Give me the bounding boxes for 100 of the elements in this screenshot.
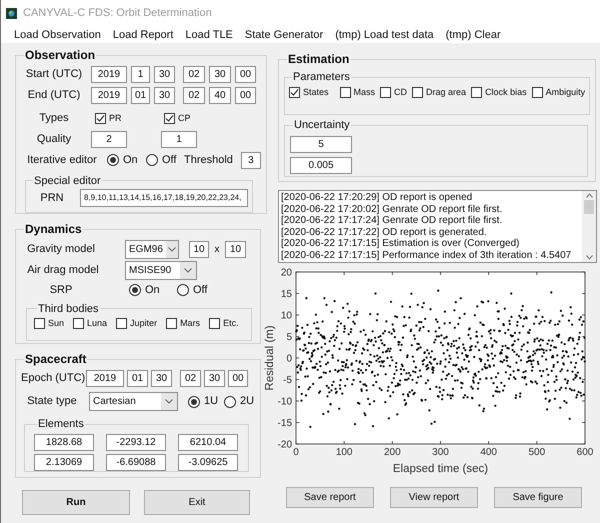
menu-item[interactable]: Load TLE: [185, 26, 233, 44]
button[interactable]: Save figure: [494, 487, 582, 508]
text-field[interactable]: 1828.68: [34, 434, 94, 450]
text-field[interactable]: 00: [235, 87, 256, 104]
checkbox-label[interactable]: Mass: [354, 86, 376, 99]
checkbox-label[interactable]: PR: [109, 112, 122, 125]
checkbox[interactable]: [340, 86, 351, 98]
text-field[interactable]: 1: [131, 66, 150, 83]
checkbox-label[interactable]: CD: [394, 86, 408, 99]
button[interactable]: Save report: [286, 487, 374, 508]
text-field[interactable]: 2019: [91, 66, 127, 83]
field-label: Iterative editor: [26, 152, 98, 168]
radio-button[interactable]: [188, 396, 200, 408]
text-field[interactable]: 30: [204, 370, 225, 387]
checkbox[interactable]: [166, 318, 178, 330]
checkbox[interactable]: [532, 86, 543, 98]
checkbox[interactable]: [95, 112, 106, 124]
text-field[interactable]: 00: [228, 370, 248, 387]
menu-item[interactable]: Load Observation: [14, 26, 101, 44]
radio-label[interactable]: 1U: [204, 393, 218, 410]
checkbox-label[interactable]: Clock bias: [485, 86, 527, 99]
checkbox-label[interactable]: States: [303, 86, 329, 99]
radio-label[interactable]: On: [145, 282, 160, 298]
checkbox[interactable]: [471, 86, 482, 98]
text-field[interactable]: 30: [151, 370, 172, 387]
checkbox[interactable]: [380, 86, 392, 98]
radio-button[interactable]: [146, 154, 158, 166]
text-field[interactable]: 1: [161, 130, 197, 148]
checkbox-label[interactable]: Mars: [180, 317, 200, 330]
dropdown[interactable]: EGM96: [125, 240, 179, 259]
button[interactable]: Run: [22, 490, 130, 515]
group-title: Uncertainty: [293, 118, 351, 133]
text-field[interactable]: -3.09625: [178, 454, 238, 470]
dropdown[interactable]: Cartesian: [89, 392, 178, 411]
radio-button[interactable]: [177, 284, 189, 296]
group-title: Observation: [24, 47, 96, 64]
text-field[interactable]: 02: [183, 66, 205, 83]
scroll-up-icon[interactable]: [586, 193, 592, 198]
checkbox[interactable]: [289, 86, 300, 98]
text-field[interactable]: 0.005: [290, 156, 352, 174]
text-field[interactable]: 01: [127, 370, 148, 387]
text-field[interactable]: 02: [180, 370, 201, 387]
checkbox[interactable]: [34, 318, 45, 330]
checkbox[interactable]: [209, 318, 220, 330]
checkbox-label[interactable]: Ambiguity: [546, 86, 586, 99]
log-line: [2020-06-22 17:20:02] Genrate OD report file first.: [281, 204, 504, 215]
text-field[interactable]: 3: [240, 152, 261, 168]
menu-item[interactable]: (tmp) Load test data: [335, 26, 434, 44]
field-label: Start (UTC): [24, 67, 84, 82]
text-field[interactable]: 2: [91, 130, 127, 148]
radio-button[interactable]: [224, 396, 236, 408]
radio-label[interactable]: Off: [193, 282, 208, 298]
text-field[interactable]: 02: [183, 87, 205, 104]
checkbox-label[interactable]: Jupiter: [130, 317, 158, 330]
checkbox[interactable]: [164, 112, 175, 124]
radio-button[interactable]: [129, 284, 141, 296]
checkbox-label[interactable]: Luna: [87, 317, 108, 330]
scrollbar[interactable]: [582, 191, 596, 262]
checkbox[interactable]: [73, 318, 84, 330]
checkbox-label[interactable]: Sun: [48, 317, 64, 330]
group-title: Special editor: [33, 174, 102, 188]
checkbox[interactable]: [412, 86, 424, 98]
text-field[interactable]: 2.13069: [34, 454, 94, 470]
checkbox-label[interactable]: Drag area: [426, 86, 466, 99]
text-field[interactable]: 30: [209, 66, 231, 83]
text-field[interactable]: 30: [154, 87, 175, 104]
text-field[interactable]: 30: [154, 66, 175, 83]
text-field[interactable]: 5: [290, 136, 352, 152]
button[interactable]: View report: [390, 487, 478, 508]
checkbox-label[interactable]: Etc.: [223, 317, 239, 330]
scrollbar-thumb[interactable]: [584, 200, 594, 214]
menu-item[interactable]: (tmp) Clear: [446, 26, 501, 44]
checkmark-icon: [96, 114, 105, 123]
text-field[interactable]: 2019: [86, 370, 124, 387]
menu-item[interactable]: State Generator: [244, 26, 324, 44]
checkbox-label[interactable]: CP: [178, 112, 191, 125]
text-field[interactable]: 6210.04: [178, 434, 238, 450]
group-title: Third bodies: [37, 302, 100, 316]
menu-item[interactable]: Load Report: [112, 26, 174, 44]
field-label: State type: [26, 394, 78, 410]
radio-label[interactable]: On: [123, 152, 138, 168]
field-label: Quality: [36, 132, 72, 147]
radio-button[interactable]: [107, 154, 119, 166]
radio-label[interactable]: 2U: [240, 393, 254, 410]
group-title: Estimation: [287, 51, 350, 68]
radio-label[interactable]: Off: [162, 152, 176, 168]
button[interactable]: Exit: [144, 490, 250, 515]
text-field[interactable]: 10: [225, 241, 246, 258]
text-field[interactable]: 00: [235, 66, 256, 83]
text-field[interactable]: 2019: [91, 87, 127, 104]
text-field[interactable]: 8,9,10,11,13,14,15,16,17,18,19,20,22,23,24,: [80, 189, 248, 207]
checkbox[interactable]: [116, 318, 128, 330]
text-field[interactable]: 40: [209, 87, 231, 104]
text-field[interactable]: 10: [189, 241, 209, 258]
text-field[interactable]: -2293.12: [106, 434, 166, 450]
text-field[interactable]: 01: [131, 87, 150, 104]
text-field[interactable]: -6.69088: [106, 454, 166, 470]
dropdown[interactable]: MSISE90: [125, 261, 197, 280]
scroll-down-icon[interactable]: [586, 255, 592, 260]
tick-label: 5: [286, 332, 292, 343]
